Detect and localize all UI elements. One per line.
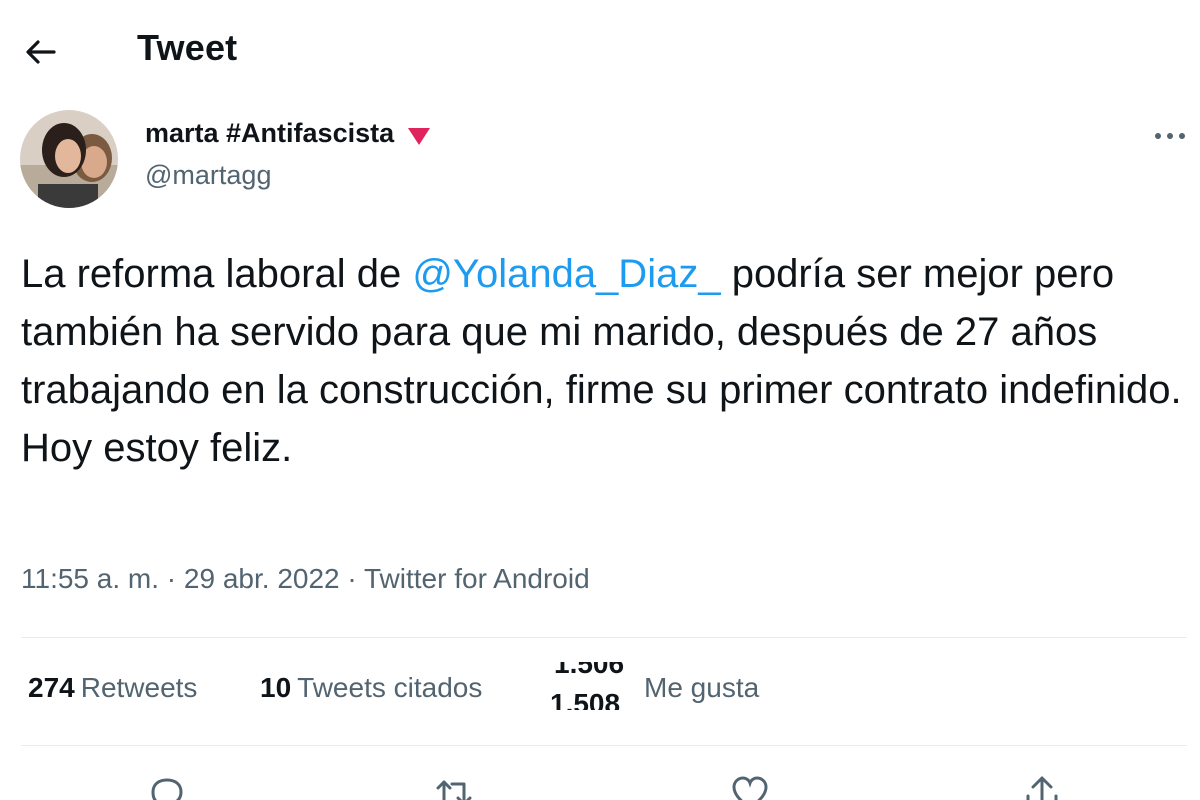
tweet-page: Tweet marta #Antifascista @martagg La re… [0, 0, 1200, 800]
likes-count-new: 1.508 [550, 688, 621, 710]
more-horizontal-icon [1155, 133, 1185, 139]
meta-separator: · [339, 563, 364, 594]
red-triangle-down-icon [406, 123, 432, 145]
mention-link[interactable]: @Yolanda_Diaz_ [412, 252, 720, 296]
quotes-stat[interactable]: 10 Tweets citados [260, 672, 482, 704]
arrow-left-icon [26, 40, 56, 64]
divider [21, 637, 1187, 638]
page-title: Tweet [137, 27, 238, 68]
tweet-actions [0, 760, 1200, 800]
like-button[interactable] [728, 772, 772, 800]
reply-icon [151, 778, 183, 800]
tweet-date[interactable]: 29 abr. 2022 [184, 563, 340, 594]
tweet-text-before: La reforma laboral de [21, 252, 413, 296]
author-name-label: marta #Antifascista [145, 118, 395, 148]
divider [21, 745, 1187, 746]
likes-count-rolling[interactable]: 1.506 1.508 [550, 662, 636, 710]
share-icon [1026, 776, 1058, 800]
likes-count-old: 1.506 [554, 662, 625, 679]
tweet-time[interactable]: 11:55 a. m. [21, 563, 159, 594]
more-options-button[interactable] [1148, 116, 1192, 156]
share-button[interactable] [1020, 772, 1064, 800]
retweet-icon [436, 780, 472, 800]
meta-separator: · [159, 563, 184, 594]
tweet-metadata: 11:55 a. m. · 29 abr. 2022 · Twitter for… [21, 563, 590, 595]
author-handle[interactable]: @martagg [145, 160, 271, 191]
like-icon [732, 776, 768, 800]
avatar-photo [20, 110, 118, 208]
tweet-text: La reforma laboral de @Yolanda_Diaz_ pod… [21, 245, 1191, 477]
quotes-label: Tweets citados [297, 672, 483, 703]
retweets-label: Retweets [80, 672, 198, 703]
quotes-count: 10 [260, 672, 292, 703]
avatar[interactable] [20, 110, 118, 208]
retweet-button[interactable] [432, 772, 476, 800]
tweet-source[interactable]: Twitter for Android [364, 563, 590, 594]
likes-stat[interactable]: Me gusta [644, 672, 759, 704]
page-header: Tweet [0, 0, 1200, 100]
tweet-text-line2: Hoy estoy feliz. [21, 426, 293, 470]
retweets-count: 274 [28, 672, 75, 703]
back-button[interactable] [20, 30, 64, 74]
retweets-stat[interactable]: 274 Retweets [28, 672, 197, 704]
reply-button[interactable] [145, 772, 189, 800]
likes-label: Me gusta [644, 672, 760, 703]
author-name[interactable]: marta #Antifascista [145, 118, 432, 149]
